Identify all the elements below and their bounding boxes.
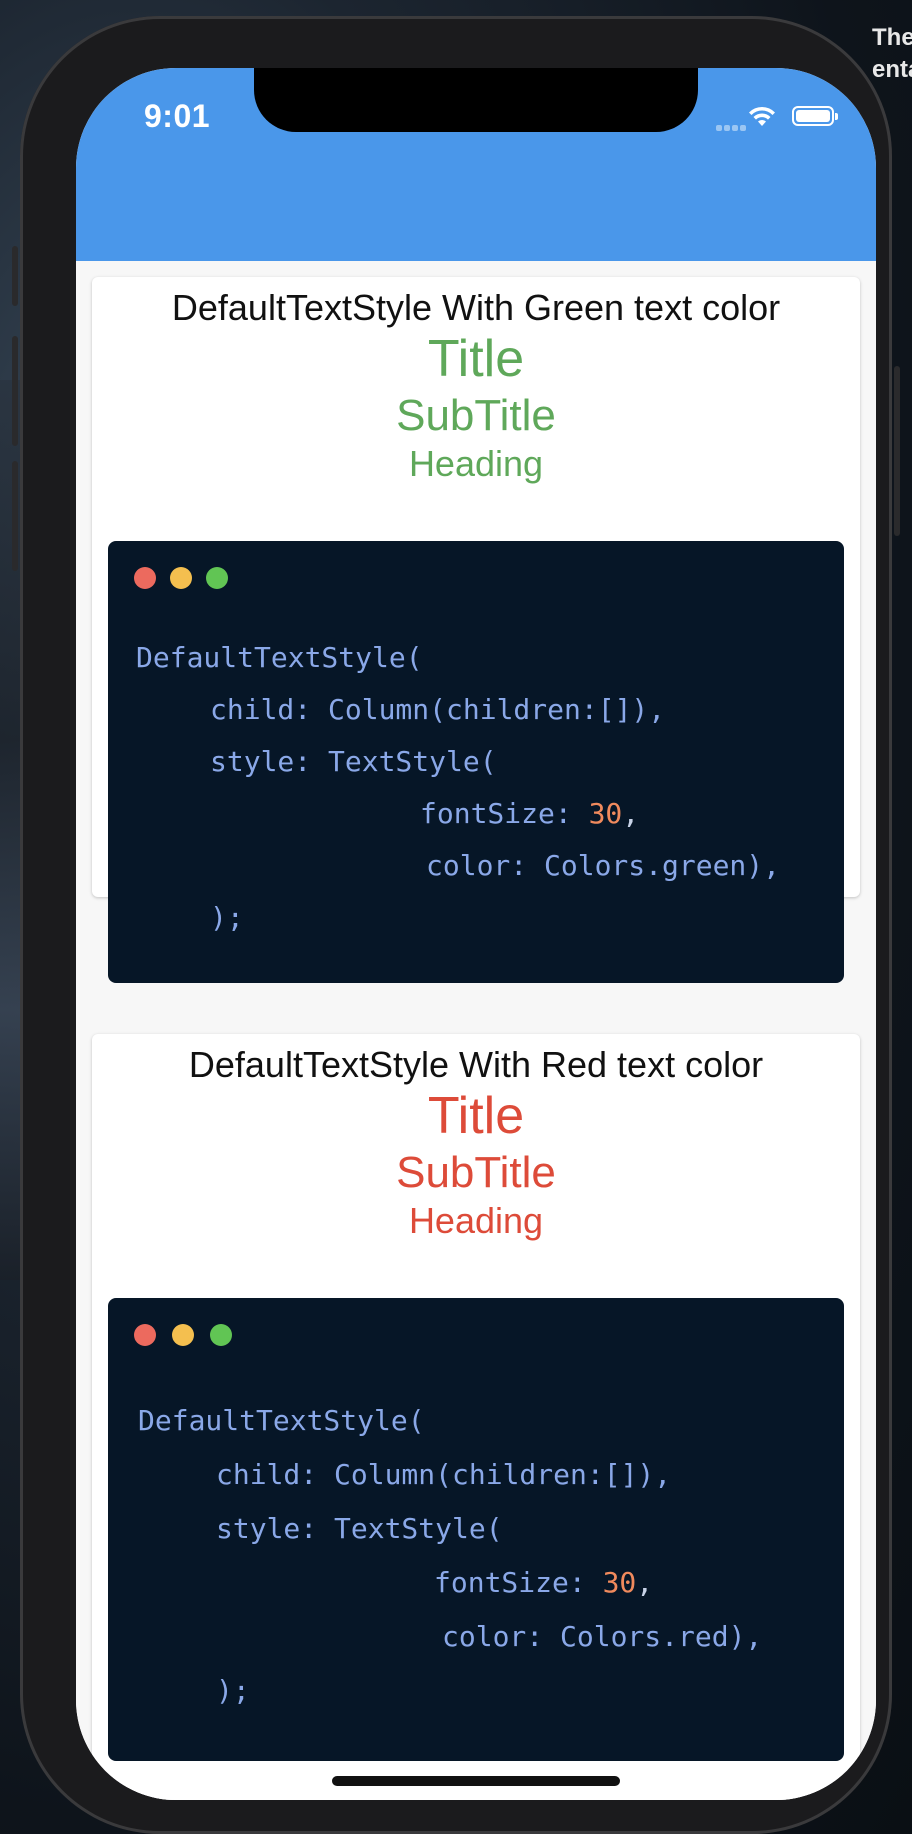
code-block: DefaultTextStyle( child: Column(children… bbox=[108, 541, 844, 983]
heading-text: Heading bbox=[408, 1200, 544, 1241]
code-line: color: Colors.red), bbox=[442, 1620, 763, 1653]
wifi-icon bbox=[749, 106, 775, 126]
code-line: child: Column(children:[]), bbox=[216, 1458, 672, 1491]
background-text-line: enta bbox=[872, 56, 912, 83]
code-line: DefaultTextStyle( bbox=[138, 1404, 425, 1437]
volume-up-button bbox=[12, 336, 18, 446]
window-close-dot bbox=[134, 567, 156, 589]
subtitle-text: SubTitle bbox=[396, 1148, 556, 1197]
card-heading: DefaultTextStyle With Green text color bbox=[171, 287, 781, 328]
code-line: color: Colors.green), bbox=[426, 849, 781, 882]
code-line: fontSize: 30, bbox=[434, 1566, 654, 1599]
volume-down-button bbox=[12, 461, 18, 571]
scroll-content[interactable]: DefaultTextStyle With Green text color T… bbox=[76, 261, 876, 1800]
window-close-dot bbox=[134, 1324, 156, 1346]
device-screen: 9:01 DefaultTextStyle With Green text co… bbox=[76, 68, 876, 1800]
mute-switch bbox=[12, 246, 18, 306]
phone-frame: 9:01 DefaultTextStyle With Green text co… bbox=[12, 16, 900, 1834]
heading-text: Heading bbox=[408, 443, 544, 484]
window-maximize-dot bbox=[206, 567, 228, 589]
background-text-line: The bbox=[872, 24, 912, 51]
background-window-text: The enta bbox=[872, 22, 912, 86]
card-heading: DefaultTextStyle With Red text color bbox=[188, 1044, 764, 1085]
window-minimize-dot bbox=[172, 1324, 194, 1346]
code-line: child: Column(children:[]), bbox=[210, 693, 666, 726]
code-line: style: TextStyle( bbox=[216, 1512, 503, 1545]
title-text: Title bbox=[427, 330, 525, 388]
cellular-signal-icon bbox=[716, 118, 750, 131]
title-text: Title bbox=[427, 1087, 525, 1145]
battery-icon bbox=[792, 106, 838, 126]
green-style-card: DefaultTextStyle With Green text color T… bbox=[92, 277, 860, 983]
window-minimize-dot bbox=[170, 567, 192, 589]
battery-level bbox=[796, 110, 830, 122]
status-time: 9:01 bbox=[144, 98, 211, 134]
code-line: ); bbox=[216, 1674, 250, 1707]
window-maximize-dot bbox=[210, 1324, 232, 1346]
code-line: fontSize: 30, bbox=[420, 797, 640, 830]
code-line: ); bbox=[210, 901, 244, 934]
code-block: DefaultTextStyle( child: Column(children… bbox=[108, 1298, 844, 1761]
code-line: DefaultTextStyle( bbox=[136, 641, 423, 674]
red-style-card: DefaultTextStyle With Red text color Tit… bbox=[92, 1034, 860, 1800]
code-line: style: TextStyle( bbox=[210, 745, 497, 778]
power-button bbox=[894, 366, 900, 536]
home-indicator[interactable] bbox=[332, 1776, 620, 1786]
notch bbox=[254, 68, 698, 132]
subtitle-text: SubTitle bbox=[396, 391, 556, 440]
